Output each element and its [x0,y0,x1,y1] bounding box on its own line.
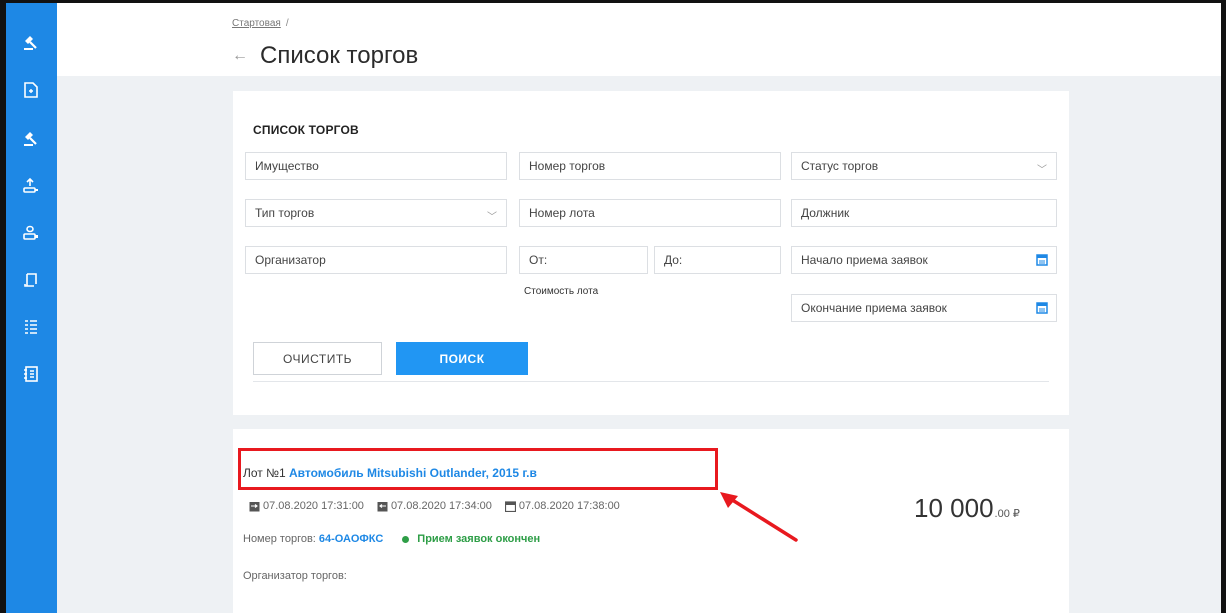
price-to-placeholder: До: [664,253,683,267]
calendar-end-icon [377,501,388,511]
price-main: 10 000 [914,493,994,523]
trade-number-input[interactable]: Номер торгов [519,152,781,180]
application-end-date-input[interactable]: Окончание приема заявок [791,294,1057,322]
chevron-down-icon: ﹀ [487,212,497,223]
date-middle: 07.08.2020 17:34:00 [390,500,492,512]
trade-number-label: Номер торгов: [243,533,316,545]
debtor-input[interactable]: Должник [791,199,1057,227]
breadcrumb-separator: / [285,18,289,29]
trade-number-link[interactable]: 64-ОАОФКС [319,533,383,545]
divider [253,381,1049,382]
lot-dates: 07.08.2020 17:31:00 07.08.2020 17:34:00 … [249,500,633,512]
property-input[interactable]: Имущество [245,152,507,180]
window-frame-right [1221,0,1226,613]
date-end: 07.08.2020 17:38:00 [518,500,620,512]
list-icon[interactable] [20,316,42,338]
lot-number-input[interactable]: Номер лота [519,199,781,227]
page-title: Список торгов [260,42,419,69]
status-text: Прием заявок окончен [417,533,541,545]
organizer-label: Организатор торгов: [243,570,347,582]
annotation-highlight-box [238,448,718,490]
title-row: ← Список торгов [232,38,418,74]
property-placeholder: Имущество [255,159,319,173]
arrow-left-icon[interactable]: ← [232,47,248,65]
status-dot-icon [402,535,410,543]
organizer-placeholder: Организатор [255,253,326,267]
calendar-start-icon [249,501,260,511]
scroll-icon[interactable] [20,269,42,291]
gavel-icon[interactable] [20,31,42,53]
document-icon[interactable] [20,79,42,101]
calendar-icon[interactable] [1036,253,1048,266]
price-from-input[interactable]: От: [519,246,648,274]
gavel-icon[interactable] [20,127,42,149]
trade-number-placeholder: Номер торгов [529,159,606,173]
currency-symbol: ₽ [1012,508,1020,520]
date-item-start: 07.08.2020 17:31:00 [249,500,364,512]
trade-status-placeholder: Статус торгов [801,159,879,173]
upload-icon[interactable] [20,175,42,197]
lot-price-label: Стоимость лота [524,286,599,297]
price-to-input[interactable]: До: [654,246,781,274]
clear-button[interactable]: ОЧИСТИТЬ [253,342,382,375]
breadcrumb-home-link[interactable]: Стартовая [232,18,281,29]
lot-number-placeholder: Номер лота [529,206,595,220]
window-frame-top [0,0,1226,3]
application-start-placeholder: Начало приема заявок [801,253,928,267]
annotation-arrow-icon [720,492,798,542]
breadcrumb: Стартовая / [232,18,289,29]
price-cents: .00 [994,508,1010,520]
calendar-icon [504,500,516,512]
sidebar [6,3,57,613]
filters-title: СПИСОК ТОРГОВ [253,123,359,137]
filters-card: СПИСОК ТОРГОВ Имущество Номер торгов Ста… [233,91,1069,415]
trade-type-select[interactable]: Тип торгов ﹀ [245,199,507,227]
date-start: 07.08.2020 17:31:00 [263,500,364,512]
debtor-placeholder: Должник [801,206,850,220]
download-icon[interactable] [20,222,42,244]
date-item-middle: 07.08.2020 17:34:00 [377,500,492,512]
status-badge: Прием заявок окончен [402,533,540,545]
address-book-icon[interactable] [20,363,42,385]
calendar-icon[interactable] [1036,301,1048,314]
lot-price: 10 000 .00 ₽ [914,493,1020,524]
application-start-date-input[interactable]: Начало приема заявок [791,246,1057,274]
trade-number-row: Номер торгов: 64-ОАОФКС Прием заявок око… [243,533,540,545]
trade-status-select[interactable]: Статус торгов ﹀ [791,152,1057,180]
chevron-down-icon: ﹀ [1037,165,1047,176]
application-end-placeholder: Окончание приема заявок [801,301,947,315]
price-from-placeholder: От: [529,253,548,267]
trade-type-placeholder: Тип торгов [255,206,315,220]
date-item-end: 07.08.2020 17:38:00 [504,500,620,512]
organizer-input[interactable]: Организатор [245,246,507,274]
search-button[interactable]: ПОИСК [396,342,528,375]
